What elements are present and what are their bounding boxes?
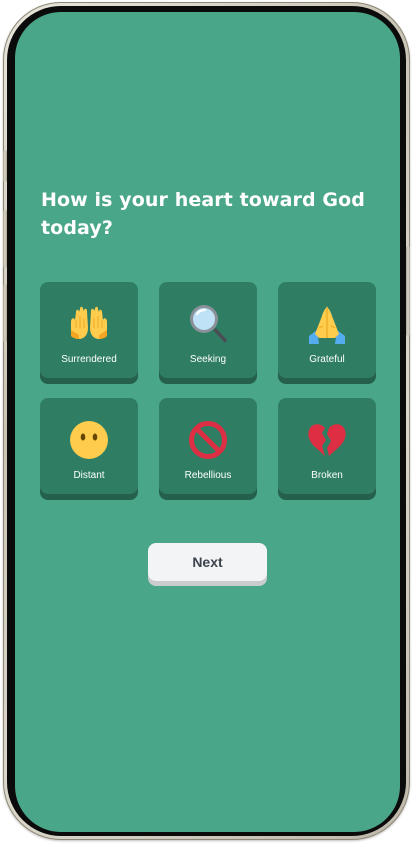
option-card-broken[interactable]: Broken <box>278 398 376 494</box>
face-without-mouth-icon <box>67 418 111 462</box>
option-label: Seeking <box>189 354 227 365</box>
option-card-distant[interactable]: Distant <box>40 398 138 494</box>
option-card-seeking[interactable]: Seeking <box>159 282 257 378</box>
option-label: Broken <box>311 470 343 481</box>
next-button[interactable]: Next <box>148 543 267 581</box>
raised-palms-icon <box>67 302 111 346</box>
broken-heart-icon <box>305 418 349 462</box>
folded-hands-icon <box>305 302 349 346</box>
question-heading: How is your heart toward God today? <box>41 189 365 239</box>
option-card-surrendered[interactable]: Surrendered <box>40 282 138 378</box>
option-label: Grateful <box>309 354 345 365</box>
option-card-grateful[interactable]: Grateful <box>278 282 376 378</box>
option-label: Surrendered <box>61 354 117 365</box>
prohibited-icon <box>186 418 230 462</box>
power-button <box>406 246 410 336</box>
option-label: Distant <box>73 470 105 481</box>
mood-options-grid: Surrendered Seeking Grateful Distant Reb… <box>40 282 376 494</box>
magnifying-glass-icon <box>186 302 230 346</box>
app-screen: How is your heart toward God today? Surr… <box>15 12 400 832</box>
option-label: Rebellious <box>184 470 232 481</box>
option-card-rebellious[interactable]: Rebellious <box>159 398 257 494</box>
